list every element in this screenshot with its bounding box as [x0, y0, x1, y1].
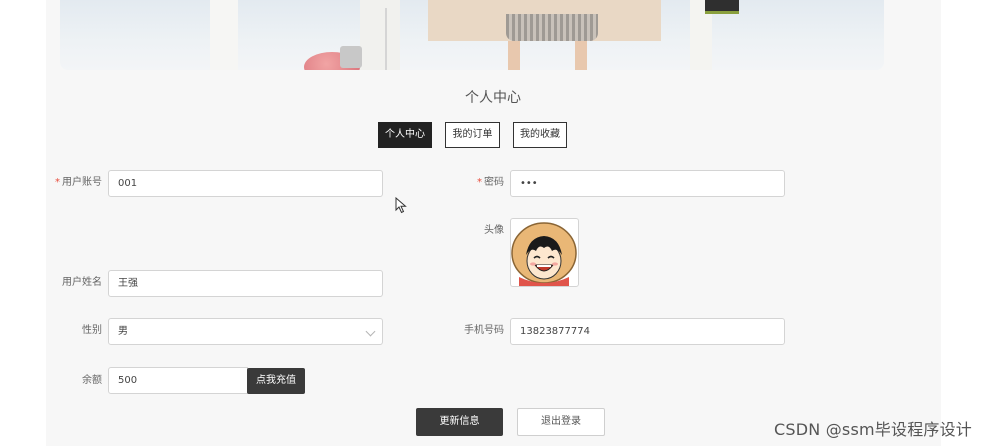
password-input[interactable]: •••	[510, 170, 785, 197]
account-input[interactable]: 001	[108, 170, 383, 197]
banner-clock	[340, 46, 362, 68]
banner-tv	[705, 0, 739, 14]
gender-select[interactable]: 男	[108, 318, 383, 345]
banner-model	[428, 0, 661, 41]
banner-leg	[508, 41, 520, 70]
balance-input[interactable]: 500	[108, 367, 248, 394]
tab-profile[interactable]: 个人中心	[378, 122, 432, 148]
required-mark: *	[55, 177, 60, 188]
banner-lamp	[385, 8, 401, 70]
mouse-cursor-icon	[395, 197, 407, 214]
avatar-upload[interactable]	[510, 218, 579, 287]
gender-select-value: 男	[118, 326, 128, 337]
anime-avatar-icon	[511, 222, 577, 286]
avatar-label: 头像	[484, 225, 504, 236]
account-label: * 用户账号	[30, 169, 102, 197]
tab-orders[interactable]: 我的订单	[445, 122, 500, 148]
balance-label: 余额	[82, 375, 102, 386]
page-title: 个人中心	[465, 90, 521, 106]
update-info-button[interactable]: 更新信息	[416, 408, 503, 436]
banner-image	[60, 0, 884, 70]
banner-column	[210, 0, 238, 70]
phone-label: 手机号码	[464, 325, 504, 336]
password-label-text: 密码	[484, 177, 504, 188]
phone-input[interactable]: 13823877774	[510, 318, 785, 345]
watermark: CSDN @ssm毕设程序设计	[774, 420, 972, 439]
logout-button[interactable]: 退出登录	[517, 408, 605, 436]
account-label-text: 用户账号	[62, 177, 102, 188]
password-label: * 密码	[430, 169, 504, 197]
banner-leg	[575, 41, 587, 70]
chevron-down-icon	[365, 326, 376, 337]
recharge-button[interactable]: 点我充值	[247, 368, 305, 394]
required-mark: *	[477, 177, 482, 188]
tab-favorites[interactable]: 我的收藏	[513, 122, 567, 148]
gender-label: 性别	[82, 325, 102, 336]
name-label: 用户姓名	[62, 277, 102, 288]
page: 个人中心 个人中心 我的订单 我的收藏 * 用户账号 001 * 密码 ••• 头像…	[0, 0, 986, 446]
banner-shorts	[506, 14, 598, 41]
name-input[interactable]: 王强	[108, 270, 383, 297]
